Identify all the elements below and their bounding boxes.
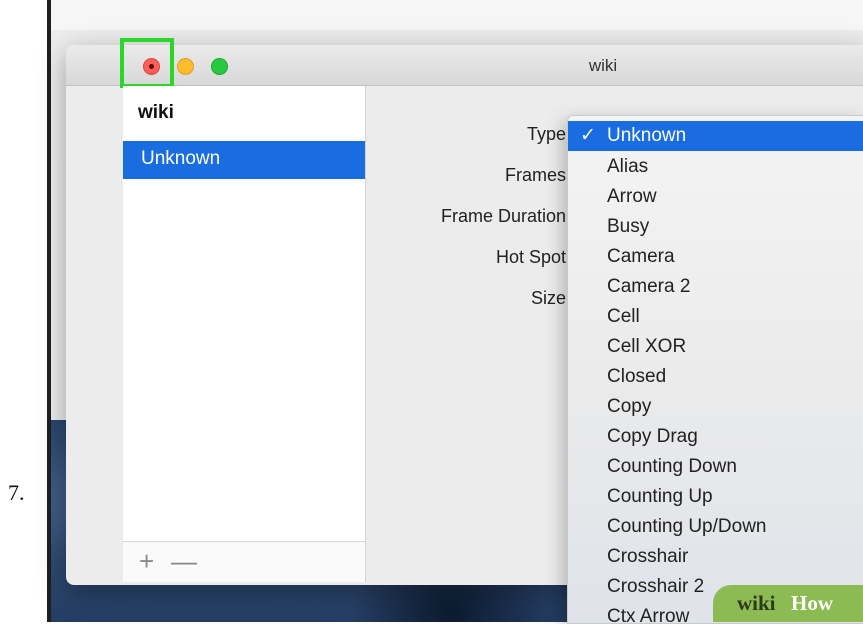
checkmark-icon: ✓ — [580, 125, 596, 146]
dropdown-option[interactable]: Arrow — [568, 182, 863, 212]
sidebar-footer: + — — [123, 541, 365, 582]
remove-button[interactable]: — — [171, 546, 197, 577]
add-button[interactable]: + — [139, 546, 154, 577]
option-label: Arrow — [607, 186, 657, 207]
dropdown-option[interactable]: Cell XOR — [568, 332, 863, 362]
watermark-wiki: wiki — [737, 591, 776, 615]
option-label: Counting Up/Down — [607, 516, 767, 537]
option-label: Copy Drag — [607, 426, 698, 447]
dropdown-option-unknown[interactable]: ✓ Unknown — [568, 121, 863, 151]
sidebar-item-unknown[interactable]: Unknown — [123, 141, 365, 179]
wikihow-watermark: wiki How — [713, 585, 863, 622]
option-label: Cell — [607, 306, 640, 327]
type-label: Type — [526, 124, 566, 144]
option-label: Counting Up — [607, 486, 713, 507]
type-dropdown-menu[interactable]: ✓ Unknown Alias Arrow Busy Camera Camera… — [567, 115, 863, 624]
dropdown-option[interactable]: Counting Down — [568, 452, 863, 482]
option-label: Cell XOR — [607, 336, 687, 357]
size-label: Size — [530, 288, 566, 308]
dropdown-option[interactable]: Camera 2 — [568, 272, 863, 302]
option-label: Crosshair 2 — [607, 576, 705, 597]
frames-label: Frames — [504, 165, 566, 185]
dropdown-option[interactable]: Cell — [568, 302, 863, 332]
title-bar: wiki — [66, 38, 863, 88]
dropdown-option[interactable]: Camera — [568, 242, 863, 272]
option-label: Copy — [607, 396, 652, 417]
dropdown-option[interactable]: Alias — [568, 152, 863, 182]
frame-duration-label: Frame Duration — [440, 206, 566, 226]
window-title: wiki — [588, 56, 618, 75]
option-label: Ctx Arrow — [607, 606, 690, 624]
sidebar-item-label: Unknown — [141, 148, 221, 169]
dropdown-option[interactable]: Busy — [568, 212, 863, 242]
option-label: Camera 2 — [607, 276, 691, 297]
desktop-top — [51, 0, 863, 30]
option-label: Busy — [607, 216, 650, 237]
window-title-wrap: wiki — [66, 56, 863, 76]
option-label: Unknown — [607, 125, 687, 146]
option-label: Counting Down — [607, 456, 737, 477]
dropdown-option[interactable]: Counting Up/Down — [568, 512, 863, 542]
option-label: Camera — [607, 246, 675, 267]
watermark-how: How — [791, 591, 833, 615]
dropdown-option[interactable]: Copy — [568, 392, 863, 422]
dropdown-option[interactable]: Closed — [568, 362, 863, 392]
option-label: Closed — [607, 366, 667, 387]
option-label: Alias — [607, 156, 649, 177]
hot-spot-label: Hot Spot — [495, 247, 566, 267]
step-number: 7. — [8, 480, 25, 505]
dropdown-option[interactable]: Crosshair — [568, 542, 863, 572]
sidebar-header: wiki — [138, 102, 174, 123]
sidebar: wiki Unknown + — — [123, 86, 366, 582]
dropdown-option[interactable]: Copy Drag — [568, 422, 863, 452]
dropdown-option[interactable]: Counting Up — [568, 482, 863, 512]
option-label: Crosshair — [607, 546, 689, 567]
